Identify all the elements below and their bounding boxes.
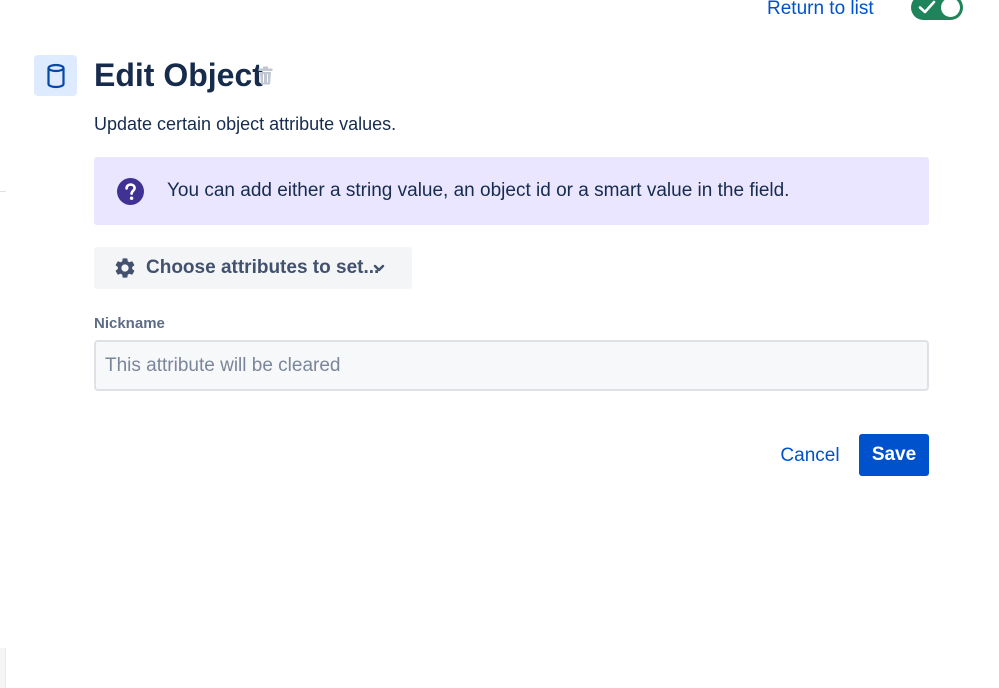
- enable-toggle[interactable]: [911, 0, 963, 20]
- banner-message: You can add either a string value, an ob…: [167, 180, 790, 201]
- trash-icon[interactable]: [258, 66, 273, 85]
- left-edge-handle: [0, 648, 6, 688]
- object-type-tile: [34, 55, 77, 96]
- choose-attributes-label: Choose attributes to set...: [146, 257, 380, 278]
- question-circle-icon: [117, 178, 144, 205]
- choose-attributes-button[interactable]: Choose attributes to set...: [94, 247, 412, 289]
- left-divider: [0, 191, 6, 192]
- info-banner: You can add either a string value, an ob…: [94, 157, 929, 225]
- edit-object-panel: Return to list Edit Object Update certai…: [0, 0, 999, 688]
- database-icon: [46, 63, 65, 88]
- return-to-list-link[interactable]: Return to list: [767, 0, 874, 21]
- toggle-knob: [941, 0, 960, 17]
- gear-icon: [115, 258, 135, 278]
- check-icon: [918, 0, 936, 14]
- chevron-down-icon: [373, 264, 385, 272]
- save-button[interactable]: Save: [859, 434, 929, 476]
- nickname-input[interactable]: [94, 340, 929, 391]
- page-title: Edit Object: [94, 57, 263, 93]
- nickname-label: Nickname: [94, 315, 165, 332]
- page-description: Update certain object attribute values.: [94, 114, 397, 134]
- cancel-button[interactable]: Cancel: [772, 436, 848, 476]
